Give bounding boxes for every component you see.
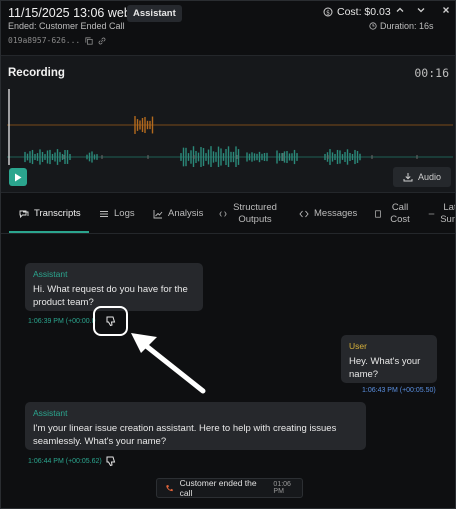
chevron-up-icon xyxy=(396,7,404,12)
clock-icon xyxy=(369,22,377,30)
play-button[interactable] xyxy=(9,168,27,186)
tab-label: Structured Outputs xyxy=(233,202,277,225)
download-icon xyxy=(403,173,413,182)
message-timestamp: 1:06:39 PM (+00:00.0 xyxy=(28,318,96,325)
call-header: 11/15/2025 13:06 webCall Assistant $ Cos… xyxy=(1,1,455,53)
call-id-text: 019a8957-626... xyxy=(8,36,81,45)
call-duration: Duration: 16s xyxy=(369,21,434,31)
tab-transcripts[interactable]: Transcripts xyxy=(19,194,81,234)
call-ended-event: Customer ended the call 01:06 PM xyxy=(156,478,303,498)
download-audio-button[interactable]: Audio xyxy=(393,167,451,187)
tab-label: Logs xyxy=(114,208,135,219)
duration-text: Duration: 16s xyxy=(380,21,434,31)
copy-icon[interactable] xyxy=(85,36,93,45)
message-text: Hey. What's your name? xyxy=(349,356,421,380)
link-icon[interactable] xyxy=(98,37,106,45)
tab-latency-summary[interactable]: Lat Sum xyxy=(428,194,456,234)
transcript-icon xyxy=(19,210,29,219)
chevron-down-icon xyxy=(417,8,425,13)
assistant-message: Assistant Hi. What request do you have f… xyxy=(25,263,203,311)
tab-analysis[interactable]: Analysis xyxy=(153,194,203,234)
tab-structured-outputs[interactable]: Structured Outputs xyxy=(219,194,278,234)
detail-tabs: Transcripts Logs Analysis Structured Out… xyxy=(1,194,455,234)
svg-text:$: $ xyxy=(326,10,330,17)
tab-messages[interactable]: Messages xyxy=(299,194,357,234)
ended-reason: Ended: Customer Ended Call xyxy=(8,21,125,31)
tab-label: Messages xyxy=(314,208,358,219)
recording-time: 00:16 xyxy=(414,66,449,80)
message-timestamp: 1:06:43 PM (+00:05.50) xyxy=(362,387,436,394)
close-icon xyxy=(443,7,449,13)
latency-icon xyxy=(428,213,435,215)
call-cost: $ Cost: $0.03 xyxy=(323,6,391,18)
tab-logs[interactable]: Logs xyxy=(99,194,135,234)
call-detail-panel: 11/15/2025 13:06 webCall Assistant $ Cos… xyxy=(0,0,456,509)
tab-label: Transcripts xyxy=(34,208,81,219)
code-icon xyxy=(219,211,227,217)
speaker-label: Assistant xyxy=(33,269,68,279)
phone-end-icon xyxy=(166,484,173,491)
play-icon xyxy=(15,173,22,181)
code-brackets-icon xyxy=(299,210,309,218)
tab-label: Analysis xyxy=(168,208,204,219)
tab-label: Call Cost xyxy=(390,202,410,225)
recording-panel: Recording 00:16 Audio xyxy=(1,55,455,193)
thumbs-down-icon[interactable] xyxy=(105,455,117,467)
next-call-button[interactable] xyxy=(414,5,428,19)
message-timestamp: 1:06:44 PM (+00:05.62) xyxy=(28,458,102,465)
audio-button-label: Audio xyxy=(417,172,442,182)
cost-text: Cost: $0.03 xyxy=(337,6,391,18)
chart-icon xyxy=(153,210,163,219)
annotation-arrow xyxy=(131,333,206,394)
call-id: 019a8957-626... xyxy=(8,36,106,45)
speaker-label: Assistant xyxy=(33,408,68,418)
active-tab-indicator xyxy=(9,231,89,233)
end-event-time: 01:06 PM xyxy=(273,481,291,495)
audio-waveform[interactable] xyxy=(7,85,453,167)
tab-call-cost[interactable]: Call Cost xyxy=(374,194,413,234)
dollar-icon: $ xyxy=(323,7,333,17)
receipt-icon xyxy=(375,210,381,218)
assistant-badge: Assistant xyxy=(127,5,182,22)
tab-label: Lat Sum xyxy=(440,202,456,225)
message-text: I'm your linear issue creation assistant… xyxy=(33,423,337,447)
list-icon xyxy=(100,211,108,217)
prev-call-button[interactable] xyxy=(393,5,407,19)
speaker-label: User xyxy=(349,341,367,351)
close-button[interactable] xyxy=(439,5,453,19)
assistant-message: Assistant I'm your linear issue creation… xyxy=(25,402,366,450)
recording-label: Recording xyxy=(8,67,65,79)
end-event-label: Customer ended the call xyxy=(179,478,257,498)
user-message: User Hey. What's your name? xyxy=(341,335,437,383)
